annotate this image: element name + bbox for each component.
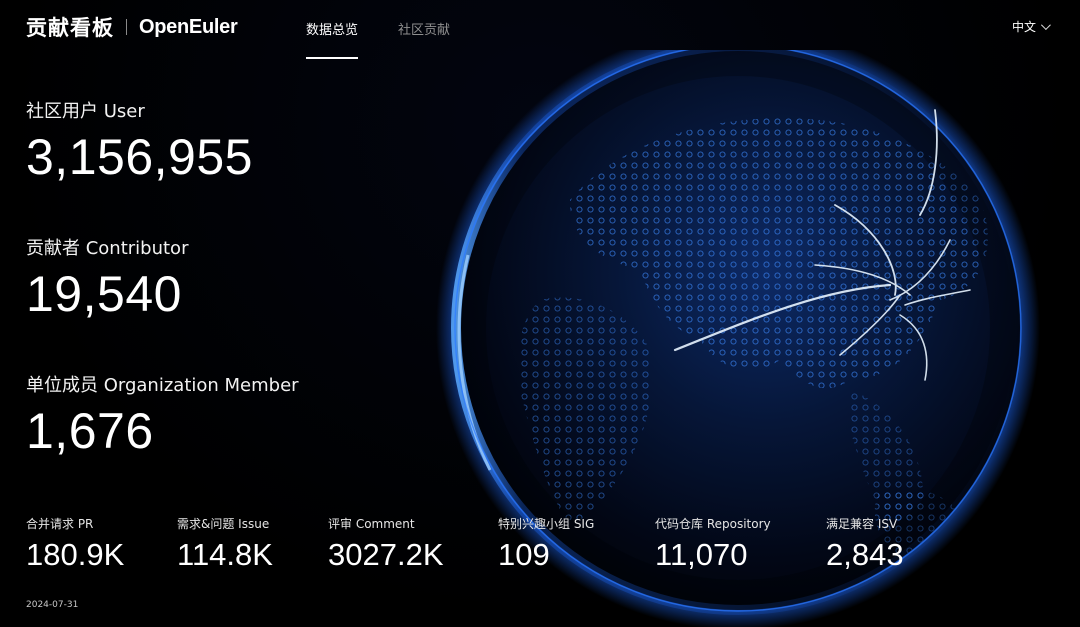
stat-sig: 特别兴趣小组 SIG 109 — [498, 515, 594, 573]
stat-repository: 代码仓库 Repository 11,070 — [655, 515, 771, 573]
tab-data-overview[interactable]: 数据总览 — [306, 0, 359, 60]
stat-repository-value: 11,070 — [655, 537, 748, 572]
stat-isv: 满足兼容 ISV 2,843 — [826, 515, 904, 573]
language-label: 中文 — [1011, 20, 1036, 34]
data-date: 2024-07-31 — [26, 600, 79, 610]
stat-comment: 评审 Comment 3027.2K — [328, 515, 444, 573]
top-header: 贡献看板 OpenEuler 数据总览 社区贡献 中文 — [0, 0, 1080, 60]
language-selector[interactable]: 中文 — [1011, 18, 1051, 35]
stat-isv-value: 2,843 — [826, 537, 904, 572]
dashboard-page: 贡献看板 OpenEuler 数据总览 社区贡献 中文 社区用户 User 3,… — [0, 0, 1080, 627]
dashboard-title: 贡献看板 — [26, 16, 114, 40]
stat-issue: 需求&问题 Issue 114.8K — [177, 515, 273, 573]
brand: 贡献看板 OpenEuler — [26, 12, 238, 42]
stat-comment-label: 评审 Comment — [328, 517, 415, 531]
stat-isv-label: 满足兼容 ISV — [826, 517, 898, 531]
stat-users-value: 3,156,955 — [26, 129, 253, 185]
main-nav: 数据总览 社区贡献 — [306, 0, 490, 60]
tab-community-contribution[interactable]: 社区贡献 — [398, 0, 450, 60]
stat-issue-value: 114.8K — [177, 537, 273, 572]
stat-issue-label: 需求&问题 Issue — [177, 517, 270, 531]
stat-contributors: 贡献者 Contributor 19,540 — [26, 238, 188, 322]
chevron-down-icon — [1040, 20, 1051, 31]
stat-pr-label: 合并请求 PR — [26, 517, 94, 531]
stat-users: 社区用户 User 3,156,955 — [26, 101, 253, 185]
stat-comment-value: 3027.2K — [328, 537, 444, 572]
stat-repository-label: 代码仓库 Repository — [655, 517, 771, 531]
stat-sig-value: 109 — [498, 537, 550, 572]
stat-contributors-value: 19,540 — [26, 266, 182, 322]
stat-users-label: 社区用户 User — [26, 101, 145, 122]
openeuler-logo[interactable]: OpenEuler — [139, 16, 238, 39]
stat-org-members-value: 1,676 — [26, 403, 154, 459]
stat-org-members: 单位成员 Organization Member 1,676 — [26, 375, 299, 459]
stat-org-members-label: 单位成员 Organization Member — [26, 375, 299, 396]
secondary-stats: 合并请求 PR 180.9K 需求&问题 Issue 114.8K 评审 Com… — [26, 515, 986, 585]
stat-pr: 合并请求 PR 180.9K — [26, 515, 124, 573]
stat-pr-value: 180.9K — [26, 537, 125, 572]
stat-sig-label: 特别兴趣小组 SIG — [498, 517, 595, 531]
brand-divider — [126, 19, 127, 35]
stat-contributors-label: 贡献者 Contributor — [26, 238, 189, 259]
